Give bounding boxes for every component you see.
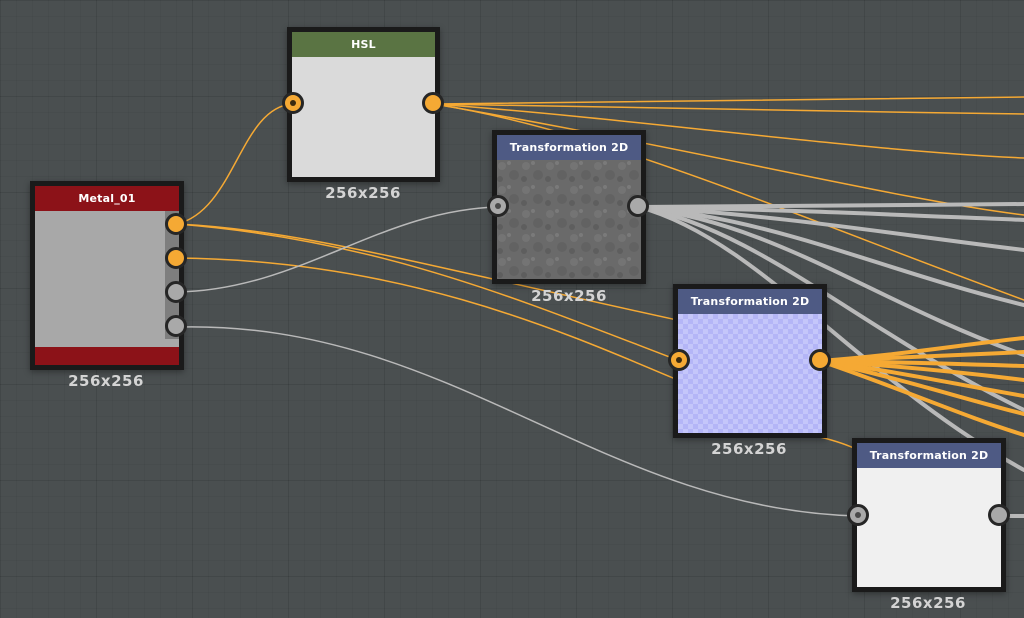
transform-node-1-title: Transformation 2D — [497, 135, 641, 160]
metal-node-thumbnail — [35, 211, 179, 347]
hsl-input-port[interactable] — [282, 92, 304, 114]
metal-size-label: 256x256 — [68, 372, 144, 390]
metal-output-port-4[interactable] — [165, 315, 187, 337]
hsl-node-title: HSL — [292, 32, 435, 57]
hsl-size-label: 256x256 — [325, 184, 401, 202]
metal-node-title: Metal_01 — [35, 186, 179, 211]
metal-output-port-1[interactable] — [165, 213, 187, 235]
wire-5[interactable] — [176, 206, 499, 293]
wire-8[interactable] — [433, 103, 1024, 115]
wire-7[interactable] — [433, 96, 1024, 105]
transform-1-output-port[interactable] — [627, 195, 649, 217]
transform-2-input-port[interactable] — [668, 349, 690, 371]
metal-node[interactable]: Metal_01 — [30, 181, 187, 370]
transform-node-2-title: Transformation 2D — [678, 289, 822, 314]
metal-output-port-3[interactable] — [165, 281, 187, 303]
metal-node-footer — [35, 347, 179, 365]
transform-node-2-thumbnail — [678, 314, 822, 433]
hsl-node-thumbnail — [292, 57, 435, 177]
transform-node-3-thumbnail — [857, 468, 1001, 587]
transform-1-input-port[interactable] — [487, 195, 509, 217]
transform-node-3[interactable]: Transformation 2D — [847, 438, 1010, 592]
transform-node-2[interactable]: Transformation 2D — [668, 284, 831, 438]
hsl-node[interactable]: HSL — [282, 27, 444, 182]
transform-node-1-thumbnail — [497, 160, 641, 279]
wire-1[interactable] — [176, 103, 293, 225]
transform-3-output-port[interactable] — [988, 504, 1010, 526]
transform-2-size-label: 256x256 — [711, 440, 787, 458]
transform-1-size-label: 256x256 — [531, 287, 607, 305]
transform-node-3-title: Transformation 2D — [857, 443, 1001, 468]
transform-3-size-label: 256x256 — [890, 594, 966, 612]
wire-25[interactable] — [818, 359, 1024, 437]
metal-output-port-2[interactable] — [165, 247, 187, 269]
transform-3-input-port[interactable] — [847, 504, 869, 526]
transform-2-output-port[interactable] — [809, 349, 831, 371]
transform-node-1[interactable]: Transformation 2D — [487, 130, 649, 284]
hsl-output-port[interactable] — [422, 92, 444, 114]
